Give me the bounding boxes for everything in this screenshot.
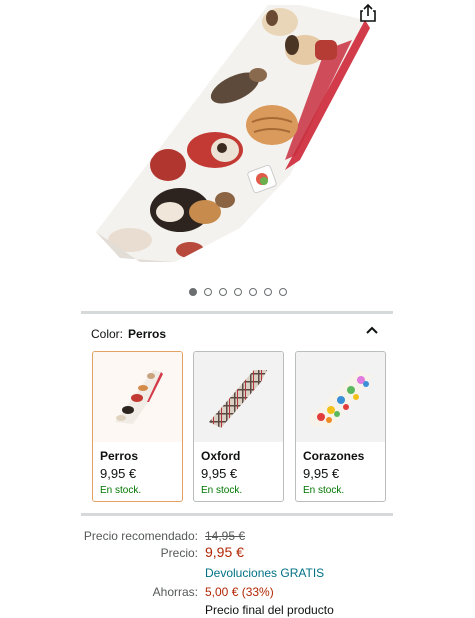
swatch-image-corazones: [296, 352, 385, 442]
color-selected-value: Perros: [128, 327, 167, 341]
section-divider: [81, 513, 393, 516]
swatch-image-oxford: [194, 352, 283, 442]
swatch-stock: En stock.: [201, 485, 243, 496]
swatch-name: Oxford: [201, 449, 241, 463]
product-image[interactable]: [0, 0, 475, 278]
carousel-dot[interactable]: [263, 288, 272, 296]
swatch-name: Perros: [100, 449, 139, 463]
swatch-stock: En stock.: [100, 485, 142, 496]
list-price-label: Precio recomendado:: [83, 529, 198, 543]
swatch-price: 9,95 €: [201, 466, 238, 481]
color-option-oxford[interactable]: Oxford 9,95 € En stock.: [193, 351, 284, 502]
image-carousel-dots: [0, 288, 475, 296]
list-price-value: 14,95 €: [205, 529, 246, 543]
swatch-price: 9,95 €: [303, 466, 340, 481]
share-icon[interactable]: [357, 2, 379, 24]
swatch-stock: En stock.: [303, 485, 345, 496]
color-option-perros[interactable]: Perros 9,95 € En stock.: [92, 351, 183, 502]
carousel-dot[interactable]: [248, 288, 257, 296]
savings-value: 5,00 € (33%): [205, 585, 274, 599]
color-label: Color:: [91, 327, 124, 341]
carousel-dot[interactable]: [278, 288, 287, 296]
section-divider: [81, 311, 393, 314]
carousel-dot[interactable]: [188, 288, 197, 296]
price-label: Precio:: [160, 546, 198, 560]
chevron-up-icon[interactable]: [365, 323, 379, 337]
free-returns-link[interactable]: Devoluciones GRATIS: [205, 566, 324, 580]
swatch-name: Corazones: [303, 449, 365, 463]
price-value: 9,95 €: [205, 544, 244, 560]
color-selector-header: Color: Perros: [91, 326, 383, 342]
carousel-dot[interactable]: [233, 288, 242, 296]
color-option-corazones[interactable]: Corazones 9,95 € En stock.: [295, 351, 386, 502]
final-price-note: Precio final del producto: [205, 603, 334, 617]
carousel-dot[interactable]: [218, 288, 227, 296]
carousel-dot[interactable]: [203, 288, 212, 296]
savings-label: Ahorras:: [152, 585, 198, 599]
swatch-image-perros: [93, 352, 182, 442]
swatch-price: 9,95 €: [100, 466, 137, 481]
